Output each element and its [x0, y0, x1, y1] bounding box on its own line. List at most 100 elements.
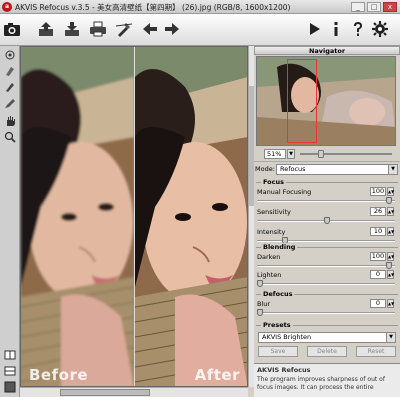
param-label: Lighten — [257, 271, 282, 279]
maximize-button[interactable]: □ — [367, 2, 381, 12]
param-value-field[interactable]: 0 — [370, 299, 386, 308]
save-preset-button[interactable]: Save — [258, 346, 298, 357]
param-blur: Blur 0 ▲▼ — [256, 299, 398, 320]
single-view-icon[interactable] — [3, 364, 17, 378]
slider-knob[interactable] — [386, 262, 392, 269]
window-controls: _ □ x — [351, 2, 397, 12]
app-window: a AKVIS Refocus v.3.5 - 美女高清壁纸【第四期】 (26)… — [0, 0, 400, 397]
param-slider[interactable] — [257, 237, 395, 244]
param-value-field[interactable]: 10 — [370, 227, 386, 236]
blending-group-title: Blending — [261, 243, 298, 251]
preset-buttons: Save Delete Reset — [258, 346, 396, 357]
zoom-slider-knob[interactable] — [318, 150, 324, 158]
before-label: Before — [29, 366, 89, 384]
navigator-preview[interactable] — [256, 56, 396, 146]
param-slider[interactable] — [257, 197, 395, 204]
zoom-controls: 51% ▼ — [256, 149, 398, 159]
settings-icon[interactable] — [370, 19, 390, 39]
open-icon[interactable] — [36, 19, 56, 39]
chevron-down-icon: ▼ — [386, 333, 395, 342]
param-slider[interactable] — [257, 280, 395, 287]
defocus-group-header: Defocus — [256, 290, 398, 298]
pen-icon[interactable] — [3, 80, 17, 94]
presets-group-header: Presets — [256, 321, 398, 329]
akvis-logo-icon: a — [2, 2, 12, 12]
eraser-icon[interactable] — [3, 64, 17, 78]
spinner-icon[interactable]: ▲▼ — [387, 252, 394, 261]
color-icon[interactable] — [3, 380, 17, 394]
reset-preset-button[interactable]: Reset — [356, 346, 396, 357]
param-manual-focusing: Manual Focusing 100 ▲▼ — [256, 187, 398, 208]
spinner-icon[interactable]: ▲▼ — [387, 227, 394, 236]
param-slider[interactable] — [257, 309, 395, 316]
refocus-brush-icon[interactable] — [3, 48, 17, 62]
horizontal-scrollbar[interactable] — [20, 387, 248, 397]
param-label: Sensitivity — [257, 208, 291, 216]
focus-group-header: Focus — [256, 178, 398, 186]
spinner-icon[interactable]: ▲▼ — [387, 299, 394, 308]
after-pane[interactable]: After — [135, 47, 247, 386]
split-view-icon[interactable] — [3, 348, 17, 362]
mode-select[interactable]: Refocus ▼ — [276, 164, 398, 175]
before-pane[interactable]: Before — [21, 47, 134, 386]
slider-knob[interactable] — [386, 197, 392, 204]
param-label: Manual Focusing — [257, 188, 312, 196]
settings-panel: Navigator 51% ▼ Mode: Refocus ▼ Focus Ma… — [254, 46, 400, 397]
image-canvas[interactable]: Before After — [20, 46, 248, 387]
param-slider[interactable] — [257, 217, 395, 224]
chevron-down-icon: ▼ — [388, 165, 397, 174]
mode-value: Refocus — [280, 165, 306, 173]
spinner-icon[interactable]: ▲▼ — [387, 270, 394, 279]
presets-group-title: Presets — [261, 321, 293, 329]
horizontal-scroll-thumb[interactable] — [60, 389, 150, 396]
param-label: Blur — [257, 300, 271, 308]
pencil-icon[interactable] — [3, 96, 17, 110]
left-toolbar — [0, 46, 20, 397]
after-label: After — [194, 366, 240, 384]
spinner-icon[interactable]: ▲▼ — [387, 187, 394, 196]
mode-row: Mode: Refocus ▼ — [254, 164, 400, 175]
param-label: Darken — [257, 253, 281, 261]
slider-knob[interactable] — [257, 309, 263, 316]
help-text-line-2: focus images. It can process the entire — [257, 384, 374, 391]
focus-group-title: Focus — [261, 178, 286, 186]
run-icon[interactable] — [304, 19, 324, 39]
help-panel: AKVIS Refocus The program improves sharp… — [254, 363, 400, 397]
param-slider[interactable] — [257, 262, 395, 269]
back-arrow-icon[interactable] — [140, 19, 160, 39]
navigator-title: Navigator — [254, 46, 400, 55]
zoom-slider[interactable] — [300, 150, 392, 158]
navigator-thumbnail — [257, 57, 395, 145]
navigator-view-rect[interactable] — [287, 59, 317, 143]
spinner-icon[interactable]: ▲▼ — [387, 207, 394, 216]
param-label: Intensity — [257, 228, 286, 236]
after-photo — [135, 47, 247, 386]
delete-preset-button[interactable]: Delete — [307, 346, 347, 357]
divider — [254, 161, 400, 162]
param-value-field[interactable]: 26 — [370, 207, 386, 216]
param-value-field[interactable]: 0 — [370, 270, 386, 279]
camera-icon[interactable] — [2, 19, 22, 39]
zoom-icon[interactable] — [3, 130, 17, 144]
param-sensitivity: Sensitivity 26 ▲▼ — [256, 207, 398, 228]
save-icon[interactable] — [62, 19, 82, 39]
slider-knob[interactable] — [324, 217, 330, 224]
window-title: AKVIS Refocus v.3.5 - 美女高清壁纸【第四期】 (26).j… — [15, 3, 291, 12]
print-icon[interactable] — [88, 19, 108, 39]
zoom-field[interactable]: 51% — [264, 149, 286, 159]
tool-icon[interactable] — [114, 19, 134, 39]
presets-select[interactable]: AKVIS Brighten ▼ — [258, 332, 396, 343]
info-icon[interactable] — [326, 19, 346, 39]
hand-icon[interactable] — [3, 114, 17, 128]
param-value-field[interactable]: 100 — [370, 187, 386, 196]
forward-arrow-icon[interactable] — [162, 19, 182, 39]
param-value-field[interactable]: 100 — [370, 252, 386, 261]
help-icon[interactable] — [348, 19, 368, 39]
param-lighten: Lighten 0 ▲▼ — [256, 270, 398, 291]
minimize-button[interactable]: _ — [351, 2, 365, 12]
slider-knob[interactable] — [257, 280, 263, 287]
zoom-dropdown-icon[interactable]: ▼ — [287, 149, 295, 159]
before-photo — [21, 47, 134, 386]
close-button[interactable]: x — [383, 2, 397, 12]
toolbar — [0, 14, 400, 46]
